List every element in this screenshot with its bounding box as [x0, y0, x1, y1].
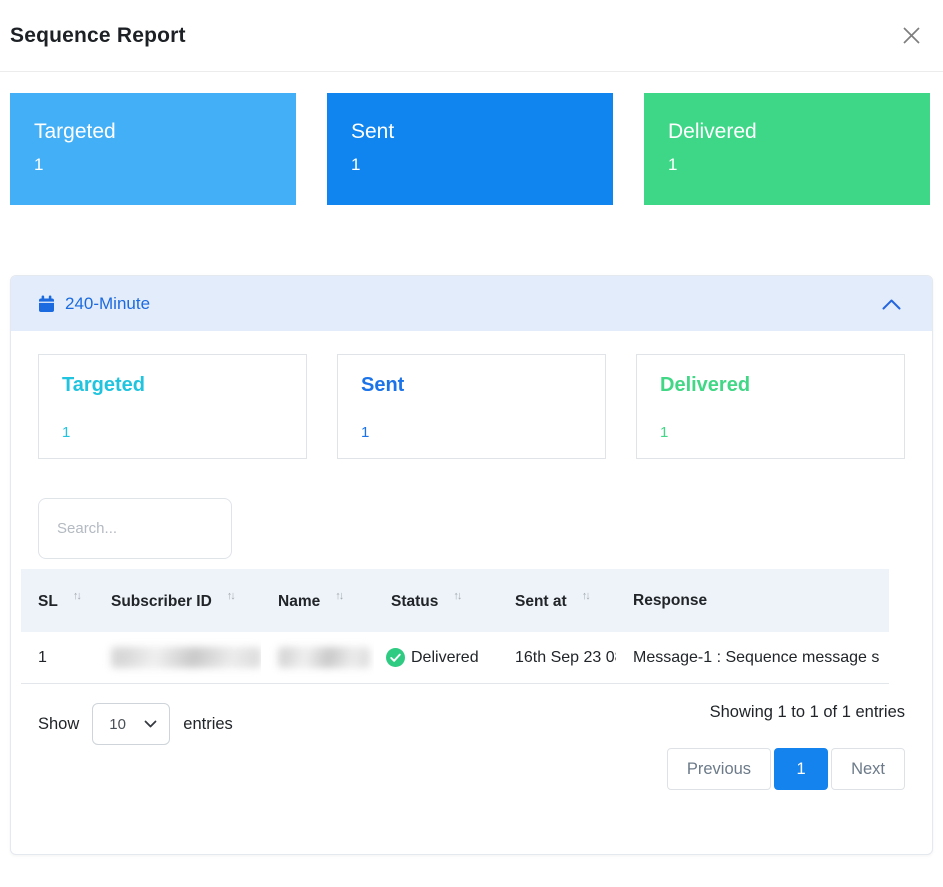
- check-circle-icon: [386, 648, 405, 667]
- redacted-name: [278, 647, 370, 668]
- calendar-icon: [38, 295, 55, 313]
- status-badge: Delivered: [411, 649, 479, 667]
- panel-title: 240-Minute: [65, 294, 881, 314]
- report-table-wrap: SL ↑↓ Subscriber ID ↑↓ Name ↑↓ Status ↑↓: [21, 569, 889, 684]
- page-size-select[interactable]: 10: [92, 703, 170, 745]
- summary-card-targeted: Targeted 1: [10, 93, 296, 205]
- entries-summary: Showing 1 to 1 of 1 entries: [667, 703, 905, 722]
- close-icon[interactable]: [896, 20, 927, 51]
- sequence-report-modal: Sequence Report Targeted 1 Sent 1 Delive…: [0, 0, 943, 855]
- column-header-subscriber-id[interactable]: Subscriber ID ↑↓: [94, 569, 261, 632]
- cell-response: Message-1 : Sequence message s: [616, 632, 889, 684]
- sort-icon[interactable]: ↑↓: [227, 590, 234, 602]
- column-label: Status: [391, 593, 438, 610]
- redacted-subscriber-id: [111, 647, 261, 668]
- summary-card-label: Delivered: [668, 120, 906, 144]
- sort-icon[interactable]: ↑↓: [582, 590, 589, 602]
- table-footer: Show 10 entries Showing 1 to 1 of 1 entr…: [38, 703, 905, 790]
- table-header-row: SL ↑↓ Subscriber ID ↑↓ Name ↑↓ Status ↑↓: [21, 569, 889, 632]
- column-header-status[interactable]: Status ↑↓: [374, 569, 498, 632]
- sort-icon[interactable]: ↑↓: [335, 590, 342, 602]
- sort-icon[interactable]: ↑↓: [73, 590, 80, 602]
- previous-page-button[interactable]: Previous: [667, 748, 771, 790]
- column-header-name[interactable]: Name ↑↓: [261, 569, 374, 632]
- show-label: Show: [38, 715, 79, 734]
- column-header-response[interactable]: Response: [616, 569, 889, 632]
- page-1-button[interactable]: 1: [774, 748, 828, 790]
- summary-card-value: 1: [351, 155, 589, 175]
- sort-icon[interactable]: ↑↓: [453, 590, 460, 602]
- column-label: Response: [633, 592, 707, 609]
- entries-label: entries: [183, 715, 233, 734]
- cell-name: [261, 632, 374, 684]
- chevron-up-icon[interactable]: [881, 298, 902, 310]
- stat-card-value: 1: [62, 424, 283, 441]
- summary-cards-row: Targeted 1 Sent 1 Delivered 1: [10, 93, 930, 205]
- panel-body: Targeted 1 Sent 1 Delivered 1: [11, 331, 932, 854]
- panel-collapse-header[interactable]: 240-Minute: [11, 276, 932, 331]
- column-label: Sent at: [515, 593, 567, 610]
- summary-card-delivered: Delivered 1: [644, 93, 930, 205]
- page-size-control: Show 10 entries: [38, 703, 233, 745]
- summary-card-label: Targeted: [34, 120, 272, 144]
- page-title: Sequence Report: [10, 24, 186, 48]
- next-page-button[interactable]: Next: [831, 748, 905, 790]
- stat-card-label: Delivered: [660, 374, 881, 397]
- cell-sent-at: 16th Sep 23 08:18: [498, 632, 616, 684]
- page-size-value: 10: [109, 716, 126, 733]
- stat-card-label: Sent: [361, 374, 582, 397]
- stat-card-label: Targeted: [62, 374, 283, 397]
- column-header-sent-at[interactable]: Sent at ↑↓: [498, 569, 616, 632]
- chevron-down-icon: [144, 720, 157, 728]
- stat-card-delivered: Delivered 1: [636, 354, 905, 459]
- cell-sl: 1: [21, 632, 94, 684]
- panel-stat-cards-row: Targeted 1 Sent 1 Delivered 1: [38, 354, 905, 459]
- report-table: SL ↑↓ Subscriber ID ↑↓ Name ↑↓ Status ↑↓: [21, 569, 889, 684]
- column-label: Subscriber ID: [111, 593, 212, 610]
- close-x-glyph: [900, 24, 923, 47]
- cell-subscriber-id: [94, 632, 261, 684]
- modal-header: Sequence Report: [0, 0, 943, 72]
- stat-card-value: 1: [361, 424, 582, 441]
- pagination-area: Showing 1 to 1 of 1 entries Previous 1 N…: [667, 703, 905, 790]
- column-label: Name: [278, 593, 320, 610]
- column-header-sl[interactable]: SL ↑↓: [21, 569, 94, 632]
- sequence-panel: 240-Minute Targeted 1 Sent 1 Delivered 1: [10, 275, 933, 855]
- cell-status: Delivered: [374, 632, 498, 684]
- summary-card-label: Sent: [351, 120, 589, 144]
- summary-card-sent: Sent 1: [327, 93, 613, 205]
- stat-card-targeted: Targeted 1: [38, 354, 307, 459]
- pagination: Previous 1 Next: [667, 748, 905, 790]
- summary-card-value: 1: [34, 155, 272, 175]
- search-input[interactable]: [38, 498, 232, 559]
- stat-card-sent: Sent 1: [337, 354, 606, 459]
- stat-card-value: 1: [660, 424, 881, 441]
- summary-card-value: 1: [668, 155, 906, 175]
- column-label: SL: [38, 593, 58, 610]
- table-row: 1: [21, 632, 889, 684]
